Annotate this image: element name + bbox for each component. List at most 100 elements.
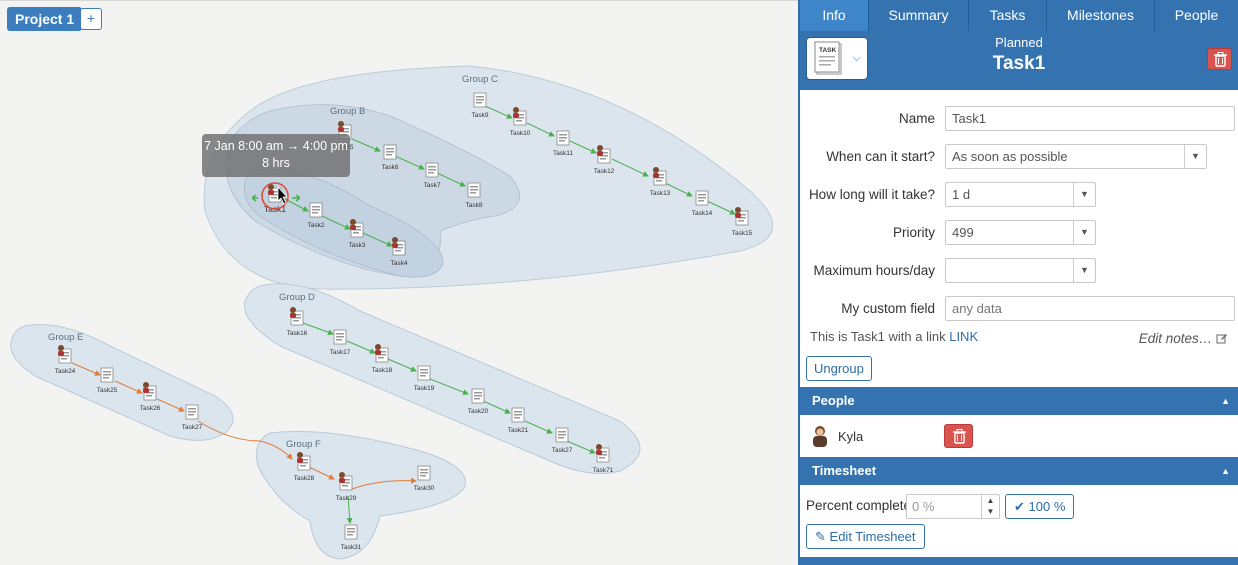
timesheet-section-header[interactable]: Timesheet ▲ xyxy=(800,457,1238,485)
remove-person-button[interactable] xyxy=(944,424,973,448)
task-doc-icon xyxy=(417,365,431,381)
edit-timesheet-button[interactable]: ✎ Edit Timesheet xyxy=(806,524,925,549)
percent-placeholder: 0 % xyxy=(912,499,935,514)
task-node[interactable]: Task4 xyxy=(391,237,408,267)
network-diagram[interactable]: Group C Group B Group D Group E Group F xyxy=(0,1,798,565)
chevron-down-icon: ▼ xyxy=(1073,221,1095,244)
timesheet-section-title: Timesheet xyxy=(812,463,877,478)
task-title: Task1 xyxy=(992,53,1046,74)
task-node[interactable]: Task6 xyxy=(382,144,399,171)
task-label: Task10 xyxy=(510,130,531,137)
chevron-down-icon: ▼ xyxy=(1184,145,1206,168)
task-label: Task11 xyxy=(553,150,573,157)
task-header: TASK ⌵ Planned Task1 xyxy=(800,31,1238,90)
notes-body: This is Task1 with a link xyxy=(810,329,946,344)
task-doc-icon xyxy=(309,202,323,218)
task-label: Task13 xyxy=(650,190,671,197)
network-canvas[interactable]: Group C Group B Group D Group E Group F xyxy=(0,0,798,565)
task-detail-panel: Info Summary Tasks Milestones People TAS… xyxy=(798,0,1238,565)
task-label: Task24 xyxy=(55,368,76,375)
task-label: Task25 xyxy=(97,387,118,394)
duration-value: 1 d xyxy=(952,187,971,202)
task-node[interactable]: Task7 xyxy=(424,162,441,189)
priority-value: 499 xyxy=(952,225,974,240)
priority-select[interactable]: 499 ▼ xyxy=(945,220,1096,245)
percent-complete-label: Percent complete xyxy=(806,498,912,513)
person-row: Kyla xyxy=(800,416,1238,456)
task-doc-icon xyxy=(185,404,199,420)
maxhours-select[interactable]: ▼ xyxy=(945,258,1096,283)
task-doc-icon xyxy=(556,130,570,146)
task-status: Planned xyxy=(995,35,1043,50)
tooltip-duration: 8 hrs xyxy=(262,156,290,170)
task-node[interactable]: Task8 xyxy=(466,182,483,209)
app-root: Group C Group B Group D Group E Group F xyxy=(0,0,1238,565)
task-label: Task26 xyxy=(140,405,161,412)
delete-task-button[interactable] xyxy=(1207,48,1232,70)
task-label: Task9 xyxy=(472,112,489,119)
check-icon: ✔ xyxy=(1014,499,1025,514)
start-value: As soon as possible xyxy=(952,149,1068,164)
group-e-shape[interactable] xyxy=(10,324,234,441)
task-doc-icon xyxy=(100,367,114,383)
tab-summary[interactable]: Summary xyxy=(868,0,968,31)
complete-100-button[interactable]: ✔ 100 % xyxy=(1005,494,1075,519)
task-label: Task20 xyxy=(468,408,489,415)
task-node[interactable]: Task9 xyxy=(472,92,489,119)
group-d-label: Group D xyxy=(279,292,315,303)
priority-label: Priority xyxy=(892,225,935,240)
tab-milestones[interactable]: Milestones xyxy=(1046,0,1154,31)
task-doc-icon xyxy=(555,427,569,443)
percent-complete-input[interactable]: 0 % ▲ ▼ xyxy=(906,494,1000,519)
collapse-icon[interactable]: ▲ xyxy=(1221,387,1230,415)
panel-tabs: Info Summary Tasks Milestones People xyxy=(800,0,1238,31)
task-label: Task2 xyxy=(308,222,325,229)
tooltip-dates: 7 Jan 8:00 am → 4:00 pm xyxy=(204,139,348,153)
task-label: Task29 xyxy=(336,495,357,502)
add-project-button[interactable]: + xyxy=(80,8,102,30)
task-label: Task28 xyxy=(294,475,315,482)
task-label: Task7 xyxy=(424,182,441,189)
edit-notes-button[interactable]: Edit notes… xyxy=(1139,331,1228,346)
task-tooltip: 7 Jan 8:00 am → 4:00 pm 8 hrs xyxy=(202,134,350,177)
task-label: Task31 xyxy=(341,544,362,551)
collapse-icon[interactable]: ▲ xyxy=(1221,457,1230,485)
name-label: Name xyxy=(898,111,935,126)
project-tab[interactable]: Project 1 xyxy=(7,7,83,31)
task-node[interactable]: Task2 xyxy=(308,202,325,229)
group-f-label: Group F xyxy=(286,439,321,450)
task-label: Task71 xyxy=(593,467,614,474)
next-section-header[interactable] xyxy=(800,557,1238,565)
task-doc-icon xyxy=(511,407,525,423)
notes-link[interactable]: LINK xyxy=(949,329,978,344)
spinner-icon[interactable]: ▲ ▼ xyxy=(981,495,999,518)
group-c-label: Group C xyxy=(462,74,498,85)
duration-select[interactable]: 1 d ▼ xyxy=(945,182,1096,207)
people-section-header[interactable]: People ▲ xyxy=(800,387,1238,415)
task-label: Task17 xyxy=(330,349,351,356)
task-doc-icon xyxy=(471,388,485,404)
task-doc-icon xyxy=(417,465,431,481)
ungroup-button[interactable]: Ungroup xyxy=(806,356,872,381)
avatar xyxy=(813,426,827,447)
edit-icon xyxy=(1216,334,1227,344)
task-label: Task30 xyxy=(414,485,435,492)
edit-icon: ✎ xyxy=(815,529,826,544)
edit-timesheet-label: Edit Timesheet xyxy=(829,529,916,544)
group-f-shape[interactable] xyxy=(256,430,466,560)
tab-people[interactable]: People xyxy=(1154,0,1238,31)
tab-info[interactable]: Info xyxy=(800,0,868,31)
task-doc-icon xyxy=(333,329,347,345)
complete-100-label: 100 % xyxy=(1028,499,1066,514)
task-node[interactable]: Task3 xyxy=(349,219,366,249)
task-form: Name Task1 When can it start? As soon as… xyxy=(800,90,1238,410)
task-doc-icon xyxy=(383,144,397,160)
task-doc-icon xyxy=(425,162,439,178)
task-label: Task6 xyxy=(382,164,399,171)
custom-field-input[interactable]: any data xyxy=(945,296,1235,321)
name-field[interactable]: Task1 xyxy=(945,106,1235,131)
start-select[interactable]: As soon as possible ▼ xyxy=(945,144,1207,169)
task-label: Task18 xyxy=(372,367,393,374)
tab-tasks[interactable]: Tasks xyxy=(968,0,1046,31)
task-label: Task4 xyxy=(391,260,408,267)
